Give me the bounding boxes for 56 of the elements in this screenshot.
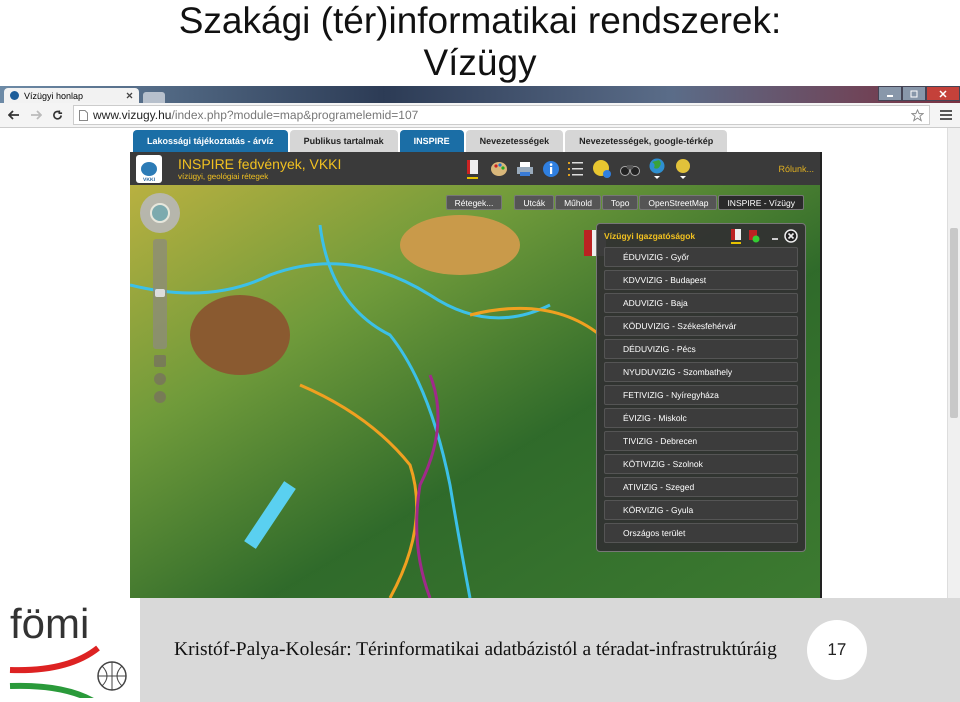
basemap-button[interactable]: OpenStreetMap <box>639 195 718 210</box>
list-item[interactable]: KÖTIVIZIG - Szolnok <box>604 454 798 474</box>
star-icon[interactable] <box>911 108 924 122</box>
site-tab[interactable]: Nevezetességek, google-térkép <box>565 130 728 152</box>
basemap-button[interactable]: INSPIRE - Vízügy <box>718 195 804 210</box>
zoom-thumb[interactable] <box>155 289 165 297</box>
list-item[interactable]: ÉVIZIG - Miskolc <box>604 408 798 428</box>
maximize-icon[interactable] <box>902 86 926 101</box>
list-item[interactable]: ÉDUVIZIG - Győr <box>604 247 798 267</box>
page-number: 17 <box>806 620 867 680</box>
map-info-icon[interactable] <box>592 158 612 178</box>
list-item[interactable]: KDVVIZIG - Budapest <box>604 270 798 290</box>
globe-icon[interactable] <box>648 158 666 180</box>
site-tab[interactable]: Publikus tartalmak <box>290 130 398 152</box>
book-icon[interactable] <box>730 228 742 244</box>
info-icon[interactable] <box>542 160 560 178</box>
list-item[interactable]: Országos terület <box>604 523 798 543</box>
close-icon[interactable] <box>126 92 133 99</box>
minimize-icon[interactable] <box>878 86 902 101</box>
reload-icon[interactable] <box>52 110 63 120</box>
app-subtitle: vízügyi, geológiai rétegek <box>178 172 268 180</box>
list-item[interactable]: KÖRVIZIG - Gyula <box>604 500 798 520</box>
close-icon[interactable] <box>926 86 960 101</box>
site-tab[interactable]: INSPIRE <box>400 130 464 152</box>
layers-button[interactable]: Rétegek... <box>446 195 502 210</box>
panel-title: Vízügyi Igazgatóságok <box>604 231 696 241</box>
fomi-logo: fömi <box>0 598 140 702</box>
address-field[interactable]: www.vizugy.hu/index.php?module=map&programelemid=107 <box>73 105 930 125</box>
list-item[interactable]: TIVIZIG - Debrecen <box>604 431 798 451</box>
map-layer-icon[interactable] <box>674 158 692 180</box>
list-item[interactable]: DÉDUVIZIG - Pécs <box>604 339 798 359</box>
footer-caption: Kristóf-Palya-Kolesár: Térinformatikai adatbázistól a téradat-infrastruktúráig <box>174 639 777 661</box>
list-item[interactable]: ADUVIZIG - Baja <box>604 293 798 313</box>
globe-icon <box>10 91 19 100</box>
browser-tab[interactable]: Vízügyi honlap <box>4 88 139 103</box>
scrollbar[interactable] <box>947 128 960 598</box>
layer-add-icon[interactable] <box>748 229 760 243</box>
basemap-button[interactable]: Utcák <box>514 195 554 210</box>
about-link[interactable]: Rólunk... <box>778 164 814 174</box>
page-icon <box>79 110 88 120</box>
list-item[interactable]: NYUDUVIZIG - Szombathely <box>604 362 798 382</box>
list-item[interactable]: ATIVIZIG - Szeged <box>604 477 798 497</box>
list-icon[interactable] <box>568 160 584 176</box>
basemap-button[interactable]: Topo <box>602 195 638 210</box>
palette-icon[interactable] <box>490 160 508 178</box>
list-item[interactable]: KÖDUVIZIG - Székesfehérvár <box>604 316 798 336</box>
printer-icon[interactable] <box>516 160 534 176</box>
basemap-button[interactable]: Műhold <box>555 195 601 210</box>
app-title: INSPIRE fedvények, VKKI <box>178 156 342 172</box>
site-tab[interactable]: Nevezetességek <box>466 130 564 152</box>
site-tab[interactable]: Lakossági tájékoztatás - árvíz <box>133 130 288 152</box>
slide-title: Szakági (tér)informatikai rendszerek: Vízügy <box>178 0 782 85</box>
zoom-slider-track[interactable] <box>153 239 167 349</box>
back-icon[interactable] <box>8 110 20 120</box>
menu-icon[interactable] <box>940 110 952 120</box>
list-item[interactable]: FETIVIZIG - Nyíregyháza <box>604 385 798 405</box>
